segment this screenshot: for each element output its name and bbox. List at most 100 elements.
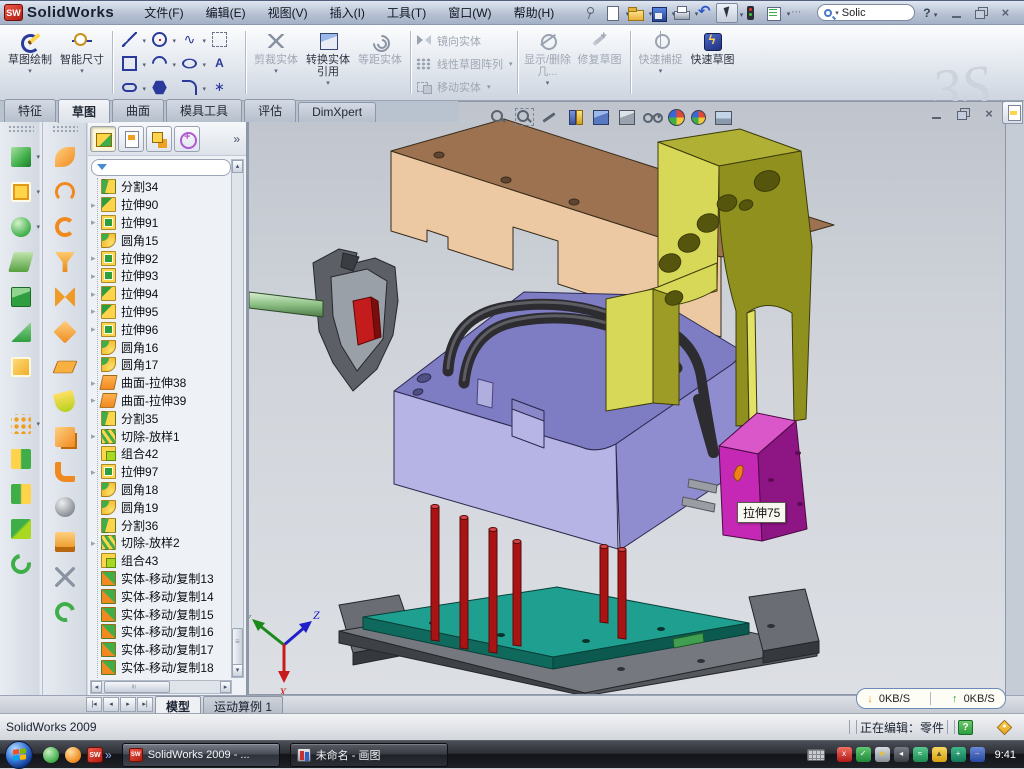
feature-tree-item[interactable]: ▸ 圆角15 <box>88 231 232 249</box>
messenger-quicklaunch-icon[interactable] <box>43 747 59 763</box>
menu-item[interactable]: 插入(I) <box>320 1 375 24</box>
network-speed-widget[interactable]: ↓ 0KB/S ↑ 0KB/S <box>856 688 1006 709</box>
expand-arrow-icon[interactable]: ▸ <box>91 217 101 227</box>
restore-button[interactable] <box>973 6 989 20</box>
model-tab[interactable]: 模型 <box>155 696 201 713</box>
select-cursor-icon[interactable]: ▾ <box>716 3 738 23</box>
next-tab-button[interactable]: ▸ <box>120 697 136 712</box>
ribbon-tab[interactable]: 曲面 <box>112 99 164 122</box>
security-plus-icon[interactable]: + <box>951 747 966 762</box>
feature-tree-item[interactable]: ▸ 实体-移动/复制14 <box>88 587 232 605</box>
feature-tree-item[interactable]: ▸ 分割34 <box>88 178 232 196</box>
quick-launch-more-chevron[interactable]: » <box>105 748 112 762</box>
sketch-button[interactable]: 草图绘制 ▾ <box>4 27 56 98</box>
sketch-fillet-icon[interactable]: ▾ <box>179 77 207 99</box>
feature-tree-item[interactable]: ▸ 拉伸92 <box>88 249 232 267</box>
draft-icon[interactable]: ▾ <box>10 483 32 505</box>
ribbon-tab[interactable]: 评估 <box>244 99 296 122</box>
taskbar-window-button[interactable]: 未命名 - 画图 <box>290 743 448 767</box>
search-input[interactable] <box>842 7 898 19</box>
lofted-boss-icon[interactable]: ▾ <box>10 286 32 308</box>
menu-item[interactable]: 帮助(H) <box>504 1 565 24</box>
feature-tree-item[interactable]: ▸ 圆角16 <box>88 338 232 356</box>
feature-tree-item[interactable]: ▸ 分割35 <box>88 409 232 427</box>
apply-scene-icon[interactable] <box>691 110 706 125</box>
ribbon-tab[interactable]: 特征 <box>4 99 56 122</box>
point-icon[interactable]: ∗ ▾ <box>209 77 237 99</box>
linear-sketch-pattern-button[interactable]: 线性草图阵列 ▾ <box>415 54 513 74</box>
smart-dimension-button[interactable]: 智能尺寸 ▾ <box>56 27 108 98</box>
repair-sketch-button[interactable]: 修复草图 <box>574 27 626 98</box>
boundary-boss-icon[interactable]: ▾ <box>10 321 32 343</box>
feature-tree-item[interactable]: ▸ 拉伸95 <box>88 303 232 321</box>
previous-view-icon[interactable] <box>540 108 559 126</box>
trim-surface-icon[interactable]: ▾ <box>54 216 76 238</box>
display-style-icon[interactable] <box>617 108 636 126</box>
undo-icon[interactable]: ↶▾ <box>693 3 715 23</box>
feature-tree-item[interactable]: ▸ 实体-移动/复制13 <box>88 570 232 588</box>
close-button[interactable]: × <box>997 6 1013 20</box>
feature-tree-item[interactable]: ▸ 圆角17 <box>88 356 232 374</box>
linear-pattern-icon[interactable]: ▾ <box>10 413 32 435</box>
feature-tree-item[interactable]: ▸ 切除-放样2 <box>88 534 232 552</box>
expand-arrow-icon[interactable]: ▸ <box>91 467 101 477</box>
expand-arrow-icon[interactable]: ▸ <box>91 253 101 263</box>
instant3d-icon[interactable]: ▾ <box>10 146 32 168</box>
corner-rectangle-icon[interactable]: ▾ <box>119 53 147 75</box>
centerpoint-arc-icon[interactable]: ▾ <box>149 53 177 75</box>
scale-icon[interactable]: ▾ <box>54 566 76 588</box>
sync-blocked-icon[interactable]: − <box>970 747 985 762</box>
sketch-text-icon[interactable]: A ▾ <box>209 53 237 75</box>
tooling-split-icon[interactable]: ▾ <box>54 426 76 448</box>
feature-tree-item[interactable]: ▸ 拉伸91 <box>88 214 232 232</box>
feature-tree-item[interactable]: ▸ 拉伸94 <box>88 285 232 303</box>
expand-arrow-icon[interactable]: ▸ <box>91 538 101 548</box>
feature-tree-item[interactable]: ▸ 拉伸90 <box>88 196 232 214</box>
section-view-icon[interactable] <box>566 108 585 126</box>
pushpin-icon[interactable]: ▾ <box>578 3 600 23</box>
volume-icon[interactable]: ◂ <box>894 747 909 762</box>
edit-appearance-icon[interactable] <box>668 109 685 126</box>
polygon-icon[interactable]: ▾ <box>149 77 177 99</box>
tree-filter-box[interactable] <box>91 159 231 176</box>
feature-tree-item[interactable]: ▸ 曲面-拉伸38 <box>88 374 232 392</box>
feature-tree-item[interactable]: ▸ 拉伸96 <box>88 320 232 338</box>
quick-snaps-button[interactable]: 快速捕捉 ▾ <box>635 27 687 98</box>
circle-icon[interactable]: ▾ <box>149 29 177 51</box>
tag-icon[interactable] <box>997 719 1013 735</box>
shield-ok-icon[interactable]: ✓ <box>856 747 871 762</box>
dimxpertmanager-tab[interactable] <box>174 126 200 152</box>
menu-item[interactable]: 工具(T) <box>377 1 436 24</box>
rapid-sketch-button[interactable]: 快速草图 <box>687 27 739 98</box>
last-tab-button[interactable]: ▸| <box>137 697 153 712</box>
feature-tree-item[interactable]: ▸ 拉伸93 <box>88 267 232 285</box>
feature-tree-item[interactable]: ▸ 实体-移动/复制16 <box>88 623 232 641</box>
offset-entities-button[interactable]: 等距实体 <box>354 27 406 98</box>
custom-properties-tab[interactable] <box>1002 101 1023 124</box>
print-icon[interactable]: ▾ <box>670 3 692 23</box>
start-button[interactable] <box>5 741 33 769</box>
core-icon[interactable]: ▾ <box>54 531 76 553</box>
ellipse-icon[interactable]: ▾ <box>179 53 207 75</box>
swept-boss-icon[interactable]: ▾ <box>10 251 32 273</box>
save-icon[interactable]: ▾ <box>647 3 669 23</box>
menu-item[interactable]: 文件(F) <box>134 1 193 24</box>
revolved-surface-icon[interactable]: ▾ <box>54 181 76 203</box>
line-icon[interactable]: ▾ <box>119 29 147 51</box>
shell-icon[interactable]: ▾ <box>10 518 32 540</box>
view-orientation-icon[interactable] <box>591 108 610 126</box>
feature-tree-item[interactable]: ▸ 圆角19 <box>88 498 232 516</box>
ribbon-tab[interactable]: 草图 <box>58 99 110 123</box>
toolbar-grip[interactable] <box>8 125 34 133</box>
antivirus-alert-icon[interactable]: x <box>837 747 852 762</box>
expand-arrow-icon[interactable]: ▸ <box>91 200 101 210</box>
update-badge-icon[interactable]: ★ <box>875 747 890 762</box>
feature-tree-item[interactable]: ▸ 实体-移动/复制17 <box>88 641 232 659</box>
search-box[interactable]: ▾ <box>817 4 915 21</box>
scroll-left-button[interactable]: ◂ <box>91 681 102 693</box>
expand-arrow-icon[interactable]: ▸ <box>91 289 101 299</box>
feature-tree-item[interactable]: ▸ 拉伸97 <box>88 463 232 481</box>
hide-show-items-icon[interactable] <box>642 108 661 126</box>
swept-surface-icon[interactable]: ▾ <box>54 146 76 168</box>
minimize-button[interactable] <box>949 6 965 20</box>
